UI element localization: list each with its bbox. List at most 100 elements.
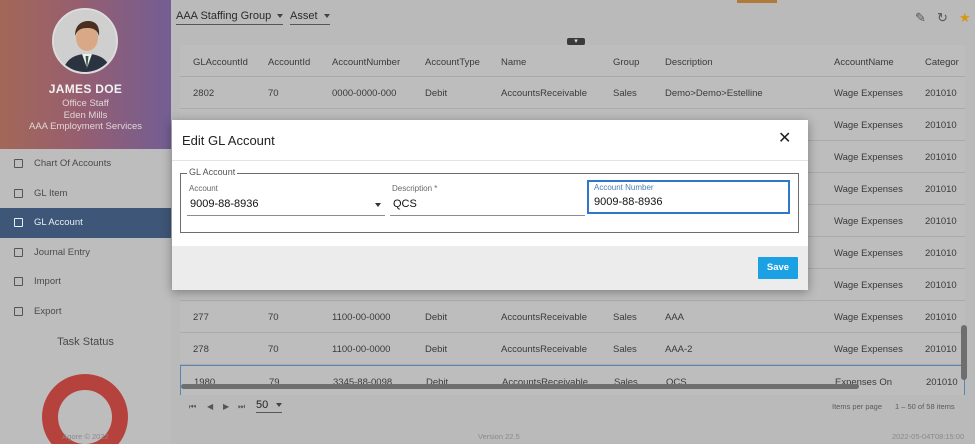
last-page-icon[interactable]: ⏭ bbox=[238, 402, 245, 412]
table-cell: 201010 bbox=[925, 184, 957, 195]
divider bbox=[172, 160, 808, 161]
page-size-select[interactable]: 50 bbox=[256, 399, 283, 413]
account-label: Account bbox=[189, 184, 218, 193]
sidebar-item-export[interactable]: Export bbox=[0, 297, 171, 327]
table-row[interactable]: 278 70 1100-00-0000 Debit AccountsReceivable… bbox=[180, 333, 965, 365]
star-icon[interactable]: ★ bbox=[959, 10, 971, 26]
table-cell: 70 bbox=[268, 88, 279, 99]
table-cell: Wage Expenses bbox=[834, 216, 903, 227]
fieldset-legend: GL Account bbox=[187, 167, 238, 177]
import-icon bbox=[14, 277, 23, 287]
close-icon[interactable]: ✕ bbox=[778, 131, 791, 147]
user-company: AAA Employment Services bbox=[29, 121, 142, 132]
refresh-icon[interactable]: ↻ bbox=[937, 10, 948, 26]
sidebar-item-label: Journal Entry bbox=[34, 246, 90, 258]
table-cell: 277 bbox=[193, 312, 209, 323]
table-cell: AccountsReceivable bbox=[501, 88, 588, 99]
footer-timestamp: 2022-05-04T08:15:00 bbox=[892, 432, 965, 441]
type-select-value: Asset bbox=[290, 10, 318, 22]
table-cell: 201010 bbox=[925, 312, 957, 323]
table-cell: Wage Expenses bbox=[834, 344, 903, 355]
gl-item-icon bbox=[14, 188, 23, 198]
table-cell: AAA bbox=[665, 312, 685, 323]
description-field[interactable]: Description * QCS bbox=[390, 183, 585, 216]
first-page-icon[interactable]: ⏮ bbox=[189, 402, 196, 412]
next-page-icon[interactable]: ▶ bbox=[223, 402, 229, 411]
table-cell: 2802 bbox=[193, 88, 215, 99]
table-row[interactable]: 2802 70 0000-0000-000 Debit AccountsReceivab… bbox=[180, 77, 965, 109]
description-label: Description * bbox=[392, 184, 438, 193]
sidebar-item-gl-account[interactable]: GL Account bbox=[0, 208, 171, 238]
column-header[interactable]: Group bbox=[613, 57, 639, 68]
table-cell: 201010 bbox=[925, 344, 957, 355]
horizontal-scrollbar[interactable] bbox=[181, 384, 859, 389]
table-header: GLAccountId AccountId AccountNumber Acco… bbox=[180, 45, 965, 77]
chart-of-accounts-icon bbox=[14, 159, 23, 169]
account-number-label: Account Number bbox=[594, 183, 654, 192]
user-name: JAMES DOE bbox=[48, 82, 123, 96]
vertical-scrollbar[interactable] bbox=[961, 325, 967, 380]
table-cell: Debit bbox=[425, 312, 448, 323]
journal-entry-icon bbox=[14, 247, 23, 257]
table-cell: Sales bbox=[613, 344, 637, 355]
column-header[interactable]: AccountId bbox=[268, 57, 310, 68]
sidebar-item-label: Import bbox=[34, 276, 61, 288]
account-number-field[interactable]: Account Number 9009-88-8936 bbox=[587, 180, 790, 214]
account-dropdown[interactable]: Account 9009-88-8936 bbox=[187, 183, 385, 216]
prev-page-icon[interactable]: ◀ bbox=[207, 402, 213, 411]
gl-account-icon bbox=[14, 218, 23, 228]
column-header[interactable]: Name bbox=[501, 57, 526, 68]
table-row[interactable]: 277 70 1100-00-0000 Debit AccountsReceivable… bbox=[180, 301, 965, 333]
account-value: 9009-88-8936 bbox=[190, 198, 259, 210]
collapse-toggle[interactable]: ▾ bbox=[567, 38, 585, 45]
table-cell: 70 bbox=[268, 312, 279, 323]
avatar bbox=[52, 8, 118, 74]
sidebar-item-journal-entry[interactable]: Journal Entry bbox=[0, 238, 171, 268]
toolbar: AAA Staffing Group Asset ✎ ↻ ★ bbox=[171, 0, 975, 37]
sidebar-item-import[interactable]: Import bbox=[0, 267, 171, 297]
dialog-footer: Save bbox=[172, 246, 808, 290]
items-per-page-label: Items per page bbox=[832, 402, 883, 411]
table-cell: 201010 bbox=[925, 152, 957, 163]
group-select[interactable]: AAA Staffing Group bbox=[176, 10, 284, 25]
sidebar-item-chart-of-accounts[interactable]: Chart Of Accounts bbox=[0, 149, 171, 179]
table-cell: 70 bbox=[268, 344, 279, 355]
user-location: Eden Mills bbox=[63, 110, 108, 121]
table-cell: Debit bbox=[425, 88, 448, 99]
chevron-down-icon bbox=[323, 14, 330, 19]
dialog-title: Edit GL Account bbox=[182, 133, 275, 148]
table-row[interactable]: 1980 79 3345-88-0098 Debit AccountsReceivabl… bbox=[180, 365, 965, 395]
column-header[interactable]: Description bbox=[665, 57, 713, 68]
table-cell: Wage Expenses bbox=[834, 280, 903, 291]
column-header[interactable]: AccountType bbox=[425, 57, 480, 68]
column-header[interactable]: AccountNumber bbox=[332, 57, 400, 68]
table-cell: 1100-00-0000 bbox=[332, 344, 391, 355]
chevron-down-icon bbox=[277, 14, 284, 19]
edit-gl-account-dialog: Edit GL Account ✕ GL Account Account 900… bbox=[172, 120, 808, 290]
user-role: Office Staff bbox=[62, 98, 109, 109]
export-icon bbox=[14, 306, 23, 316]
column-header[interactable]: GLAccountId bbox=[193, 57, 248, 68]
column-header[interactable]: AccountName bbox=[834, 57, 894, 68]
column-header[interactable]: Categor bbox=[925, 57, 959, 68]
table-cell: 0000-0000-000 bbox=[332, 88, 397, 99]
task-status-title: Task Status bbox=[57, 336, 114, 348]
save-button[interactable]: Save bbox=[758, 257, 798, 279]
table-cell: Debit bbox=[425, 344, 448, 355]
version: Version 22.5 bbox=[478, 432, 520, 441]
table-cell: 201010 bbox=[925, 248, 957, 259]
sidebar-item-gl-item[interactable]: GL Item bbox=[0, 179, 171, 209]
field-underline bbox=[390, 215, 585, 216]
table-cell: 201010 bbox=[926, 377, 958, 388]
group-select-value: AAA Staffing Group bbox=[176, 10, 272, 22]
sidebar-item-label: GL Account bbox=[34, 217, 83, 229]
table-cell: Wage Expenses bbox=[834, 184, 903, 195]
table-cell: 201010 bbox=[925, 216, 957, 227]
sidebar-item-label: GL Item bbox=[34, 187, 68, 199]
table-cell: Sales bbox=[613, 88, 637, 99]
type-select[interactable]: Asset bbox=[290, 10, 330, 25]
edit-icon[interactable]: ✎ bbox=[915, 10, 926, 26]
account-number-value: 9009-88-8936 bbox=[594, 196, 663, 208]
copyright: Agore © 2022 bbox=[62, 432, 109, 441]
table-cell: 278 bbox=[193, 344, 209, 355]
